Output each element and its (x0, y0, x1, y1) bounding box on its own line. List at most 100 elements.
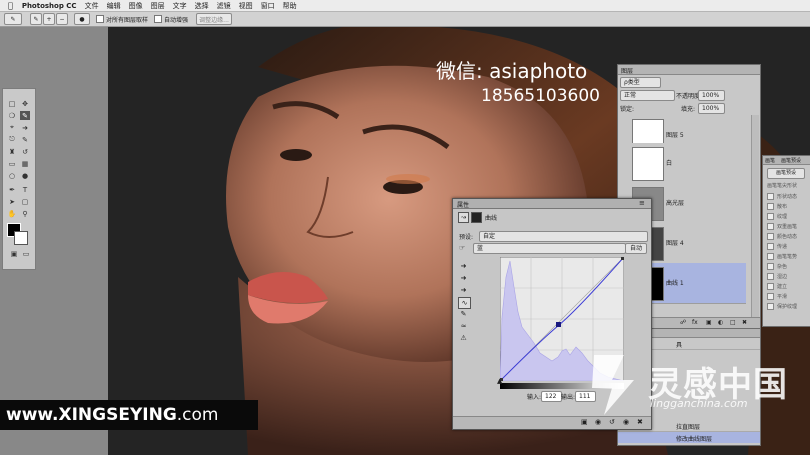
menu-item-layer[interactable]: 图层 (151, 1, 165, 11)
visibility-eye-icon[interactable]: ◉ (623, 418, 629, 426)
brush-option-checkbox[interactable] (767, 223, 774, 230)
brush-presets-button[interactable]: 画笔预设 (767, 168, 805, 179)
move-tool-icon[interactable]: ✥ (20, 99, 30, 108)
lasso-tool-icon[interactable]: ❍ (7, 111, 17, 120)
target-adjust-icon[interactable]: ☞ (459, 244, 465, 252)
brush-size-picker[interactable]: ● (74, 13, 90, 25)
black-slider-icon[interactable]: ▲ (497, 377, 502, 385)
clip-to-layer-icon[interactable]: ▣ (581, 418, 588, 426)
hand-tool-icon[interactable]: ✋ (7, 209, 17, 218)
preset-select[interactable]: 自定 (479, 231, 648, 242)
blend-mode-select[interactable]: 正常 (620, 90, 675, 101)
zoom-tool-icon[interactable]: ⚲ (20, 209, 30, 218)
tool-preset-picker[interactable]: ✎ (4, 13, 22, 25)
view-previous-icon[interactable]: ◉ (595, 418, 601, 426)
panel-menu-icon[interactable]: ≡ (639, 199, 645, 207)
history-brush-icon[interactable]: ↺ (20, 147, 30, 156)
black-point-eyedropper-icon[interactable]: ➜ (458, 261, 469, 271)
brush-option-item[interactable]: 保护纹理 (767, 302, 809, 311)
blur-tool-icon[interactable]: ○ (7, 171, 17, 180)
path-selection-icon[interactable]: ➤ (7, 197, 17, 206)
brush-option-checkbox[interactable] (767, 213, 774, 220)
pen-tool-icon[interactable]: ✒ (7, 185, 17, 194)
brush-option-item[interactable]: 画笔笔尖形状 (767, 181, 809, 190)
menu-item-edit[interactable]: 编辑 (107, 1, 121, 11)
layer-mask-icon[interactable] (471, 212, 482, 223)
channel-select[interactable]: 蓝 (473, 243, 626, 254)
menu-item-filter[interactable]: 滤镜 (217, 1, 231, 11)
menu-item-help[interactable]: 帮助 (283, 1, 297, 11)
history-item-selected[interactable]: 修改曲线图层 (618, 432, 760, 443)
brush-option-item[interactable]: 双重画笔 (767, 222, 809, 231)
type-tool-icon[interactable]: T (20, 185, 30, 194)
menu-item-view[interactable]: 视图 (239, 1, 253, 11)
delete-adjustment-icon[interactable]: ✖ (637, 418, 643, 426)
menu-item-select[interactable]: 选择 (195, 1, 209, 11)
auto-enhance-checkbox[interactable] (154, 15, 163, 23)
brush-option-checkbox[interactable] (767, 303, 774, 310)
brush-option-checkbox[interactable] (767, 273, 774, 280)
new-layer-icon[interactable]: □ (730, 319, 736, 326)
brush-option-item[interactable]: 传递 (767, 242, 809, 251)
eraser-tool-icon[interactable]: ▭ (7, 159, 17, 168)
brush-presets-tab[interactable]: 画笔预设 (781, 157, 801, 164)
sample-all-layers-checkbox[interactable] (96, 15, 104, 23)
brush-option-item[interactable]: 形状动态 (767, 192, 809, 201)
brush-option-item[interactable]: 湿边 (767, 272, 809, 281)
refine-edge-button[interactable]: 调整边缘... (196, 13, 233, 25)
clipping-warning-icon[interactable]: ⚠ (458, 333, 469, 343)
brush-option-checkbox[interactable] (767, 293, 774, 300)
healing-brush-icon[interactable]: ⎋ (7, 135, 17, 144)
white-point-eyedropper-icon[interactable]: ➜ (458, 285, 469, 295)
quick-selection-tool-icon[interactable]: ✎ (20, 111, 30, 120)
crop-tool-icon[interactable]: ⌖ (7, 123, 17, 132)
add-selection-button[interactable]: + (43, 13, 55, 25)
layer-row[interactable]: 白 (618, 143, 746, 184)
menu-item-type[interactable]: 文字 (173, 1, 187, 11)
layers-scrollbar[interactable] (751, 115, 759, 320)
layer-filter-select[interactable]: ρ类型 (620, 77, 661, 88)
trash-icon[interactable]: ✖ (742, 319, 747, 326)
brush-option-item[interactable]: 散布 (767, 202, 809, 211)
brush-option-item[interactable]: 画笔笔势 (767, 252, 809, 261)
auto-button[interactable]: 自动 (625, 243, 647, 254)
brush-option-item[interactable]: 颜色动态 (767, 232, 809, 241)
add-mask-icon[interactable]: ▣ (706, 319, 712, 326)
new-selection-button[interactable]: ✎ (30, 13, 42, 25)
pencil-draw-icon[interactable]: ✎ (458, 309, 469, 319)
brush-option-item[interactable]: 建立 (767, 282, 809, 291)
brush-option-checkbox[interactable] (767, 193, 774, 200)
brush-option-checkbox[interactable] (767, 253, 774, 260)
link-layers-icon[interactable]: ☍ (680, 319, 686, 326)
brush-option-checkbox[interactable] (767, 203, 774, 210)
quick-mask-icon[interactable]: ▣ (9, 249, 19, 258)
brush-option-checkbox[interactable] (767, 243, 774, 250)
brush-option-item[interactable]: 纹理 (767, 212, 809, 221)
brush-option-checkbox[interactable] (767, 283, 774, 290)
opacity-input[interactable]: 100% (698, 90, 725, 101)
properties-tab[interactable]: 属性 (457, 200, 469, 209)
fx-icon[interactable]: fx (692, 319, 698, 326)
menu-item-window[interactable]: 窗口 (261, 1, 275, 11)
clone-stamp-icon[interactable]: ♜ (7, 147, 17, 156)
eyedropper-tool-icon[interactable]: ➜ (20, 123, 30, 132)
input-value-field[interactable]: 122 (541, 391, 562, 402)
brush-option-item[interactable]: 杂色 (767, 262, 809, 271)
reset-icon[interactable]: ↺ (609, 418, 615, 426)
menu-app-name[interactable]: Photoshop CC (22, 2, 77, 10)
brush-option-checkbox[interactable] (767, 263, 774, 270)
curve-point-tool-icon[interactable]: ∿ (458, 297, 471, 309)
background-color-swatch[interactable] (14, 231, 28, 245)
subtract-selection-button[interactable]: − (56, 13, 68, 25)
marquee-tool-icon[interactable]: □ (7, 99, 17, 108)
smooth-curve-icon[interactable]: ≈ (458, 321, 469, 331)
gray-point-eyedropper-icon[interactable]: ➜ (458, 273, 469, 283)
brush-option-checkbox[interactable] (767, 233, 774, 240)
fill-input[interactable]: 100% (698, 103, 725, 114)
shape-tool-icon[interactable]: ▢ (20, 197, 30, 206)
brush-option-item[interactable]: 平滑 (767, 292, 809, 301)
gradient-tool-icon[interactable]: ▦ (20, 159, 30, 168)
layers-tab[interactable]: 图层 (621, 66, 633, 75)
brush-tab[interactable]: 画笔 (765, 157, 775, 164)
screen-mode-icon[interactable]: ▭ (21, 249, 31, 258)
